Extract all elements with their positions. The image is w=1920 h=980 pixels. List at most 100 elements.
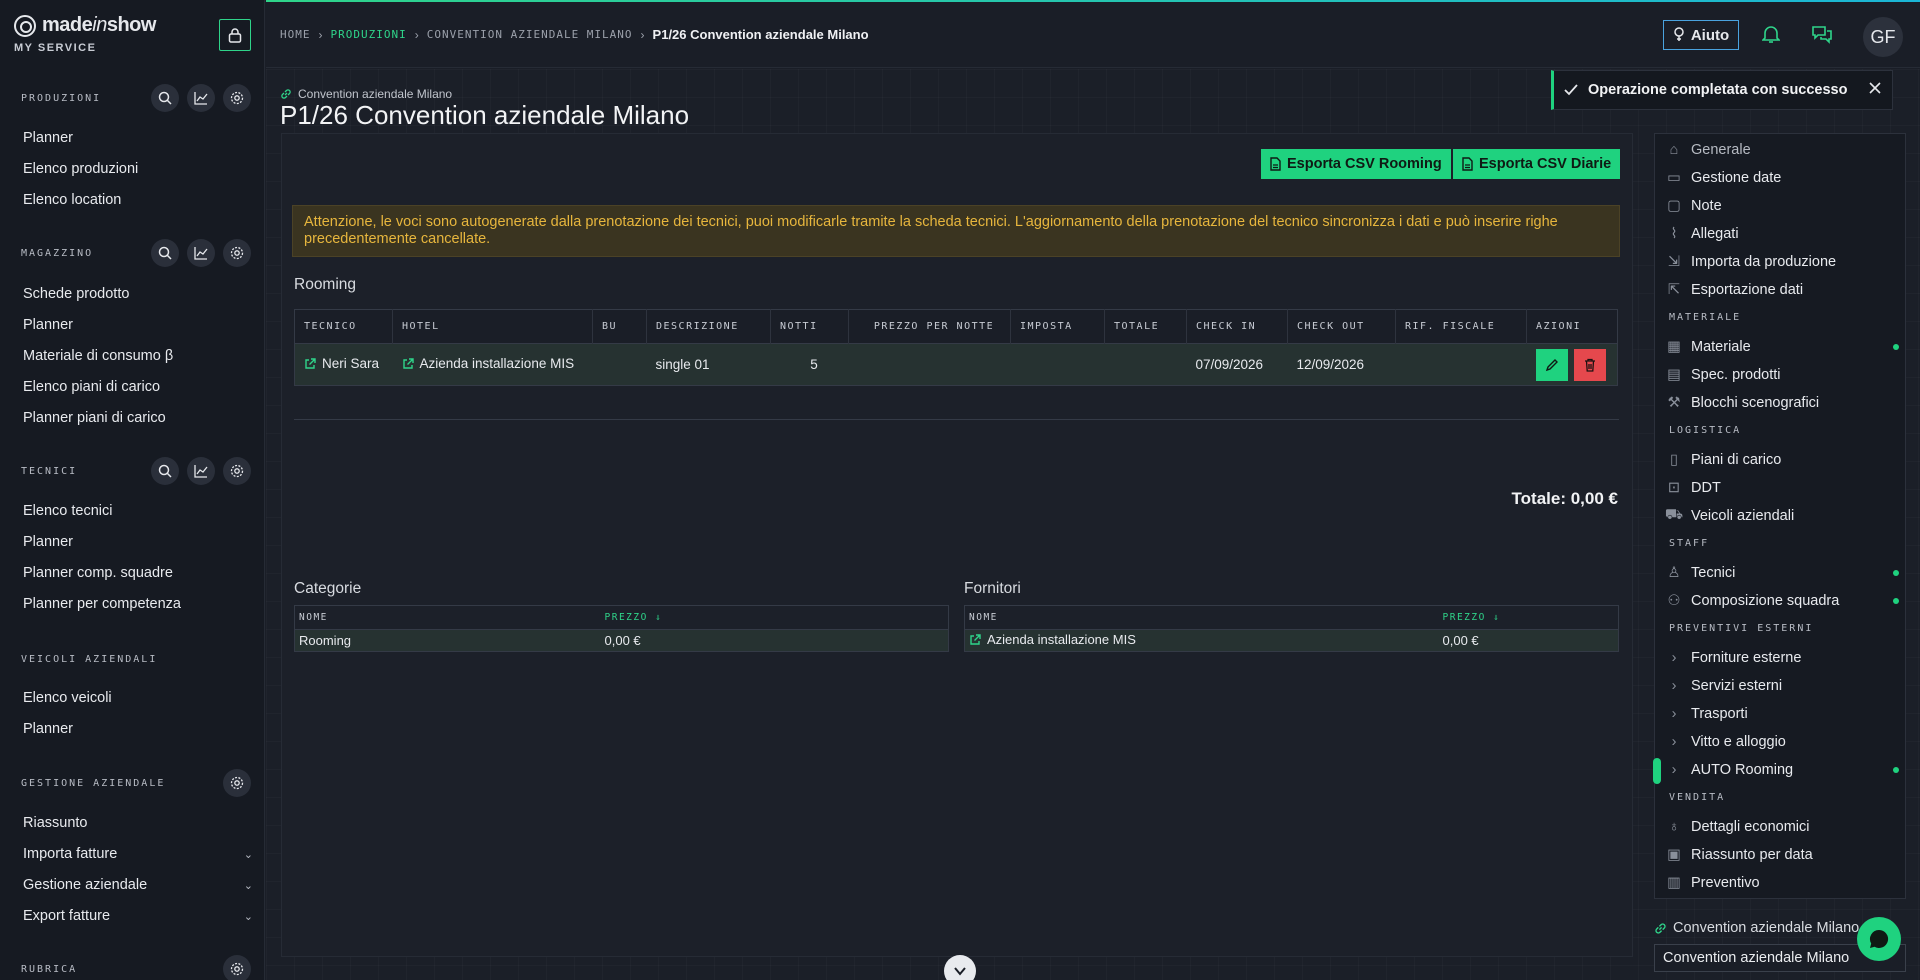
lock-button[interactable]: [219, 19, 251, 51]
rn-servizi-esterni[interactable]: › Servizi esterni: [1667, 673, 1899, 699]
delete-button[interactable]: [1573, 348, 1606, 381]
avatar[interactable]: GF: [1863, 17, 1903, 57]
nav-materiale-consumo[interactable]: Materiale di consumo β: [23, 348, 253, 364]
rn-piani-carico[interactable]: ▯ Piani di carico: [1667, 447, 1899, 473]
col-descrizione[interactable]: DESCRIZIONE: [646, 309, 771, 344]
rn-dettagli-economici[interactable]: ♁ Dettagli economici: [1667, 814, 1899, 840]
export-rooming-button[interactable]: Esporta CSV Rooming: [1261, 149, 1451, 179]
production-link[interactable]: Convention aziendale Milano: [280, 87, 452, 101]
tag-icon: ⌂: [1669, 142, 1679, 158]
right-section-nav: ⌂ Generale ▭ Gestione date ▢ Note ⌇ Allegati…: [1653, 133, 1906, 899]
rn-head-materiale: MATERIALE: [1669, 312, 1742, 323]
messages-icon[interactable]: [1811, 24, 1833, 47]
rn-trasporti[interactable]: › Trasporti: [1667, 701, 1899, 727]
search-icon[interactable]: [151, 457, 179, 485]
col-notti[interactable]: NOTTI: [770, 309, 849, 344]
help-button[interactable]: Aiuto: [1663, 20, 1739, 50]
nav-elenco-location[interactable]: Elenco location: [23, 192, 253, 208]
chart-icon[interactable]: [187, 239, 215, 267]
brand-logo[interactable]: madeinshow MY SERVICE: [14, 14, 156, 54]
rn-ddt[interactable]: ⊡ DDT: [1667, 475, 1899, 501]
categorie-title: Categorie: [294, 580, 362, 597]
gear-icon[interactable]: [223, 955, 251, 980]
col-nome[interactable]: NOME: [965, 606, 1439, 630]
nav-planner-veicoli[interactable]: Planner: [23, 721, 253, 737]
rn-importa-produzione[interactable]: ⇲ Importa da produzione: [1667, 249, 1899, 275]
nav-export-fatture[interactable]: Export fatture ⌄: [23, 908, 253, 924]
nav-planner-tecnici[interactable]: Planner: [23, 534, 253, 550]
cell-azioni: [1526, 343, 1618, 386]
nav-planner-comp-squadre[interactable]: Planner comp. squadre: [23, 565, 253, 581]
rn-auto-rooming[interactable]: › AUTO Rooming: [1667, 757, 1899, 783]
nav-elenco-tecnici[interactable]: Elenco tecnici: [23, 503, 253, 519]
chevron-right-icon: ›: [1671, 678, 1677, 694]
col-nome[interactable]: NOME: [295, 606, 601, 630]
cell-totale: [1104, 343, 1187, 386]
search-icon[interactable]: [151, 239, 179, 267]
gear-icon[interactable]: [223, 239, 251, 267]
export-diarie-button[interactable]: Esporta CSV Diarie: [1453, 149, 1621, 179]
rn-spec-prodotti[interactable]: ▤ Spec. prodotti: [1667, 362, 1899, 388]
nav-schede-prodotto[interactable]: Schede prodotto: [23, 286, 253, 302]
tecnico-link[interactable]: Neri Sara: [304, 356, 379, 371]
rn-generale[interactable]: ⌂ Generale: [1667, 137, 1899, 163]
gear-icon[interactable]: [223, 84, 251, 112]
rn-head-logistica: LOGISTICA: [1669, 425, 1742, 436]
rn-forniture-esterne[interactable]: › Forniture esterne: [1667, 645, 1899, 671]
convention-link[interactable]: Convention aziendale Milano: [1654, 920, 1874, 936]
edit-button[interactable]: [1535, 348, 1568, 381]
rn-allegati[interactable]: ⌇ Allegati: [1667, 221, 1899, 247]
nav-riassunto[interactable]: Riassunto: [23, 815, 253, 831]
invoice-icon: ▥: [1667, 875, 1681, 891]
rn-esportazione-dati[interactable]: ⇱ Esportazione dati: [1667, 277, 1899, 303]
col-prezzo-notte[interactable]: PREZZO PER NOTTE: [848, 309, 1011, 344]
rn-riassunto-data[interactable]: ▣ Riassunto per data: [1667, 842, 1899, 868]
nav-elenco-produzioni[interactable]: Elenco produzioni: [23, 161, 253, 177]
close-icon[interactable]: [1868, 81, 1882, 99]
chat-support-button[interactable]: [1857, 917, 1901, 961]
col-totale[interactable]: TOTALE: [1104, 309, 1187, 344]
nav-gestione-aziendale[interactable]: Gestione aziendale ⌄: [23, 877, 253, 893]
rn-preventivo[interactable]: ▥ Preventivo: [1667, 870, 1899, 896]
nav-importa-fatture[interactable]: Importa fatture ⌄: [23, 846, 253, 862]
table-row: Neri Sara Azienda installazione MIS sing…: [294, 343, 1618, 386]
nav-elenco-piani-carico[interactable]: Elenco piani di carico: [23, 379, 253, 395]
chart-icon[interactable]: [187, 457, 215, 485]
col-tecnico[interactable]: TECNICO: [294, 309, 393, 344]
rn-veicoli-aziendali[interactable]: ⛟ Veicoli aziendali: [1665, 503, 1899, 529]
rn-gestione-date[interactable]: ▭ Gestione date: [1667, 165, 1899, 191]
gear-icon[interactable]: [223, 457, 251, 485]
rn-materiale[interactable]: ▦ Materiale: [1667, 334, 1899, 360]
col-prezzo[interactable]: PREZZO ⇓: [1439, 606, 1619, 630]
chart-icon[interactable]: [187, 84, 215, 112]
breadcrumb-convention[interactable]: CONVENTION AZIENDALE MILANO: [427, 28, 633, 41]
nav-planner-competenza[interactable]: Planner per competenza: [23, 596, 253, 612]
col-rif-fiscale[interactable]: RIF. FISCALE: [1395, 309, 1527, 344]
col-check-in[interactable]: CHECK IN: [1186, 309, 1288, 344]
scroll-down-button[interactable]: [944, 955, 976, 980]
breadcrumb-home[interactable]: HOME: [280, 28, 311, 41]
breadcrumb-produzioni[interactable]: PRODUZIONI: [331, 28, 407, 41]
nav-planner-magazzino[interactable]: Planner: [23, 317, 253, 333]
nav-planner-piani-carico[interactable]: Planner piani di carico: [23, 410, 253, 426]
rn-blocchi-scenografici[interactable]: ⚒ Blocchi scenografici: [1667, 390, 1899, 416]
col-bu[interactable]: BU: [592, 309, 647, 344]
gear-icon[interactable]: [223, 769, 251, 797]
table-header-row: NOME PREZZO ⇓: [295, 606, 949, 630]
fornitori-title: Fornitori: [964, 580, 1021, 597]
nav-planner-produzioni[interactable]: Planner: [23, 130, 253, 146]
col-prezzo[interactable]: PREZZO ⇓: [601, 606, 949, 630]
col-check-out[interactable]: CHECK OUT: [1287, 309, 1396, 344]
rn-vitto-alloggio[interactable]: › Vitto e alloggio: [1667, 729, 1899, 755]
fornitore-link[interactable]: Azienda installazione MIS: [969, 632, 1136, 647]
col-imposta[interactable]: IMPOSTA: [1010, 309, 1105, 344]
hotel-link[interactable]: Azienda installazione MIS: [402, 356, 574, 371]
rn-composizione-squadra[interactable]: ⚇ Composizione squadra: [1667, 588, 1899, 614]
bell-icon[interactable]: [1761, 24, 1781, 47]
search-icon[interactable]: [151, 84, 179, 112]
dolly-icon: ⊡: [1667, 480, 1681, 496]
nav-elenco-veicoli[interactable]: Elenco veicoli: [23, 690, 253, 706]
rn-note[interactable]: ▢ Note: [1667, 193, 1899, 219]
col-hotel[interactable]: HOTEL: [392, 309, 593, 344]
rn-tecnici[interactable]: ♙ Tecnici: [1667, 560, 1899, 586]
